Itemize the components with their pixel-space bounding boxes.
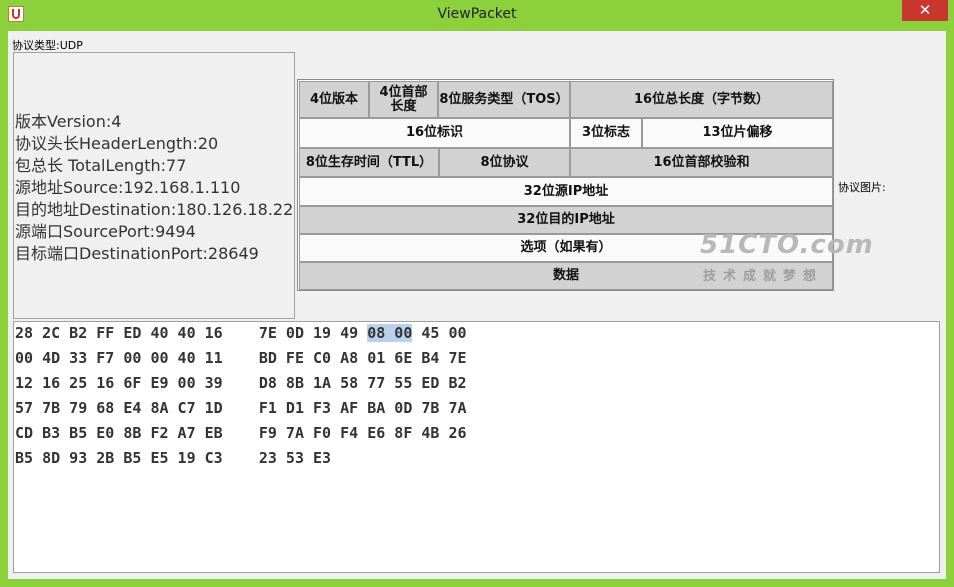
info-destination: 目的地址Destination:180.126.18.22 [15,200,294,219]
hex-right-bytes: 23 53 E3 [258,449,332,467]
diagram-identification: 16位标识 [299,118,570,148]
hex-left-bytes: 12 16 25 16 6F E9 00 39 [15,374,223,392]
hex-left-bytes: 00 4D 33 F7 00 00 40 11 [15,349,223,367]
hex-row: 12 16 25 16 6F E9 00 39 D8 8B 1A 58 77 5… [15,374,467,399]
info-version: 版本Version:4 [15,112,122,131]
close-button[interactable]: ✕ [902,0,948,21]
info-total-length: 包总长 TotalLength:77 [15,156,187,175]
hex-right-bytes: 7E 0D 19 49 [258,324,368,342]
diagram-checksum: 16位首部校验和 [570,148,833,177]
diagram-source-ip: 32位源IP地址 [299,177,833,206]
hex-row: CD B3 B5 E0 8B F2 A7 EB F9 7A F0 F4 E6 8… [15,424,467,449]
hex-right-bytes: D8 8B 1A 58 77 55 ED B2 [258,374,467,392]
diagram-version: 4位版本 [299,81,369,118]
diagram-flags: 3位标志 [570,118,642,148]
hex-right-bytes-tail: 45 00 [412,324,467,342]
watermark-slogan: 技术成就梦想 [703,269,824,284]
protocol-type-label: 协议类型:UDP [12,39,83,52]
protocol-picture-label: 协议图片: [838,181,886,194]
packet-info-list: 版本Version:4 协议头长HeaderLength:20 包总长 Tota… [15,111,293,265]
hex-selection[interactable]: 08 00 [367,324,413,342]
diagram-protocol: 8位协议 [439,148,570,177]
hex-left-bytes: 57 7B 79 68 E4 8A C7 1D [15,399,223,417]
hex-right-bytes: F9 7A F0 F4 E6 8F 4B 26 [258,424,467,442]
hex-row: B5 8D 93 2B B5 E5 19 C3 23 53 E3 [15,449,331,474]
ip-header-diagram: 4位版本 4位首部 长度 8位服务类型（TOS） 16位总长度（字节数） 16位… [297,79,873,291]
diagram-header-length: 4位首部 长度 [369,81,438,118]
hex-left-bytes: CD B3 B5 E0 8B F2 A7 EB [15,424,223,442]
hex-right-bytes: F1 D1 F3 AF BA 0D 7B 7A [258,399,467,417]
info-source: 源地址Source:192.168.1.110 [15,178,241,197]
title-bar[interactable]: ViewPacket ✕ [0,0,954,30]
info-source-port: 源端口SourcePort:9494 [15,222,196,241]
info-header-length: 协议头长HeaderLength:20 [15,134,219,153]
hex-right-bytes: BD FE C0 A8 01 6E B4 7E [258,349,467,367]
viewpacket-window: ViewPacket ✕ 协议类型:UDP 版本Version:4 协议头长He… [0,0,954,587]
info-destination-port: 目标端口DestinationPort:28649 [15,244,259,263]
hex-row: 00 4D 33 F7 00 00 40 11 BD FE C0 A8 01 6… [15,349,467,374]
hex-left-bytes: B5 8D 93 2B B5 E5 19 C3 [15,449,223,467]
hex-left-bytes: 28 2C B2 FF ED 40 40 16 [15,324,223,342]
window-title: ViewPacket [437,6,517,22]
diagram-tos: 8位服务类型（TOS） [438,81,570,118]
diagram-total-length: 16位总长度（字节数） [570,81,833,118]
hex-row: 57 7B 79 68 E4 8A C7 1D F1 D1 F3 AF BA 0… [15,399,467,424]
diagram-ttl: 8位生存时间（TTL） [299,148,439,177]
packet-info-panel: 版本Version:4 协议头长HeaderLength:20 包总长 Tota… [13,52,295,319]
hex-row: 28 2C B2 FF ED 40 40 16 7E 0D 19 49 08 0… [15,324,467,349]
watermark-logo: 51CTO.com [700,230,874,260]
window-content: 协议类型:UDP 版本Version:4 协议头长HeaderLength:20… [8,31,946,579]
hex-dump-textarea[interactable]: 28 2C B2 FF ED 40 40 16 7E 0D 19 49 08 0… [13,321,940,573]
diagram-fragment-offset: 13位片偏移 [642,118,833,148]
